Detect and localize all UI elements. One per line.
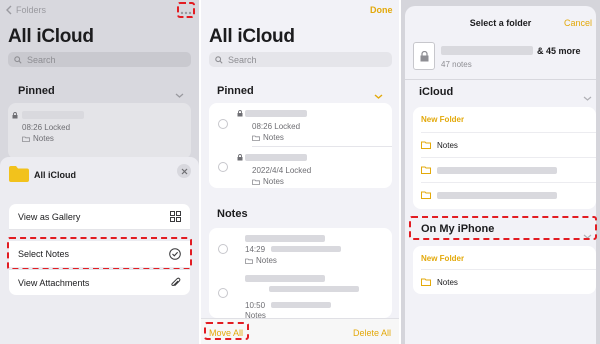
note-row[interactable]: 08:26 Locked Notes <box>209 103 392 145</box>
search-input[interactable]: Search <box>8 52 191 67</box>
folder-icon <box>421 141 431 149</box>
pinned-notes-list: 08:26 Locked Notes 2022/4/4 Locked Notes <box>209 103 392 188</box>
select-circle[interactable] <box>218 244 228 254</box>
iphone-folder-list: New Folder Notes <box>413 246 596 294</box>
note-row[interactable]: 2022/4/4 Locked Notes <box>209 147 392 188</box>
folder-icon <box>22 136 30 142</box>
highlight-select-notes <box>7 237 192 270</box>
icloud-heading: iCloud <box>419 86 454 98</box>
note-title-blurred <box>245 275 325 282</box>
icloud-folder-list: New Folder Notes <box>413 107 596 209</box>
select-circle[interactable] <box>218 162 228 172</box>
selection-count: 47 notes <box>441 60 472 69</box>
note-row[interactable]: 14:29 Notes <box>209 228 392 270</box>
search-input[interactable]: Search <box>209 52 392 67</box>
note-preview-blurred <box>269 286 359 292</box>
close-sheet-button[interactable] <box>177 164 191 178</box>
view-attachments-item[interactable]: View Attachments <box>9 269 190 295</box>
page-title: All iCloud <box>8 26 94 47</box>
note-meta: 10:50 <box>245 301 266 310</box>
folder-row-notes[interactable]: Notes <box>413 270 596 294</box>
selection-more: & 45 more <box>537 46 581 56</box>
select-folder-panel: Select a folder Cancel & 45 more 47 note… <box>401 0 600 344</box>
highlight-more-options <box>177 2 195 18</box>
paperclip-icon <box>171 277 181 286</box>
icloud-collapse-button[interactable] <box>583 89 592 107</box>
search-placeholder: Search <box>27 54 56 65</box>
note-meta: 14:29 <box>245 245 266 254</box>
select-notes-panel: Done All iCloud Search Pinned 08:26 Lock… <box>201 0 399 344</box>
note-title-blurred <box>245 235 325 242</box>
highlight-on-my-iphone <box>409 216 597 240</box>
search-icon <box>215 55 223 64</box>
folder-row[interactable] <box>413 183 596 207</box>
view-as-gallery-item[interactable]: View as Gallery <box>9 204 190 230</box>
note-meta: 08:26 Locked <box>252 122 301 131</box>
note-title-blurred <box>22 111 84 119</box>
select-circle[interactable] <box>218 119 228 129</box>
page-title: All iCloud <box>209 26 295 47</box>
note-folder: Notes <box>245 256 277 265</box>
header-divider <box>405 79 596 80</box>
folder-icon <box>9 166 29 182</box>
search-placeholder: Search <box>228 54 257 65</box>
note-row[interactable] <box>209 270 392 298</box>
back-to-folders-button[interactable]: Folders <box>6 5 46 15</box>
chevron-down-icon <box>374 94 383 99</box>
notes-list: 14:29 Notes 10:50 Notes <box>209 228 392 320</box>
chevron-left-icon <box>6 5 12 15</box>
pinned-heading: Pinned <box>217 85 254 97</box>
folder-icon <box>245 258 253 264</box>
pinned-collapse-button[interactable] <box>175 86 184 104</box>
note-preview-blurred <box>271 302 331 308</box>
note-row[interactable]: 10:50 Notes <box>209 298 392 320</box>
pinned-note-card[interactable]: 08:26 Locked Notes <box>8 103 191 159</box>
cancel-button[interactable]: Cancel <box>564 18 592 28</box>
note-preview-blurred <box>271 246 341 252</box>
lock-icon <box>420 50 428 61</box>
note-meta: 2022/4/4 Locked <box>252 166 312 175</box>
note-meta: 08:26 Locked <box>22 123 71 132</box>
chevron-down-icon <box>175 93 184 98</box>
folder-name-blurred <box>437 166 557 174</box>
lock-icon <box>237 154 243 161</box>
new-folder-button[interactable]: New Folder <box>421 115 464 124</box>
folder-icon <box>252 135 260 141</box>
folder-row-notes[interactable]: Notes <box>413 133 596 157</box>
note-folder: Notes <box>252 177 284 186</box>
note-title-blurred <box>245 110 307 117</box>
note-folder: Notes <box>22 134 54 143</box>
chevron-down-icon <box>583 96 592 101</box>
done-button[interactable]: Done <box>370 5 393 15</box>
back-label: Folders <box>16 5 47 15</box>
new-folder-button[interactable]: New Folder <box>421 254 464 263</box>
folder-icon <box>421 278 431 286</box>
folder-row[interactable] <box>413 158 596 182</box>
folder-icon <box>421 166 431 174</box>
lock-icon <box>237 110 243 117</box>
highlight-move-all <box>204 322 249 340</box>
folder-icon <box>252 179 260 185</box>
notes-heading: Notes <box>217 208 248 220</box>
pinned-heading: Pinned <box>18 85 55 97</box>
search-icon <box>14 55 22 64</box>
delete-all-button[interactable]: Delete All <box>353 328 391 338</box>
folder-name-blurred <box>437 191 557 199</box>
options-sheet: All iCloud View as Gallery Select Notes … <box>0 157 199 344</box>
note-title-blurred <box>245 154 307 161</box>
folders-panel: Folders All iCloud Search Pinned 08:26 L… <box>0 0 199 344</box>
note-folder: Notes <box>252 133 284 142</box>
select-circle[interactable] <box>218 288 228 298</box>
lock-icon <box>12 112 18 119</box>
grid-icon <box>170 211 181 222</box>
note-thumbnail <box>413 42 435 70</box>
close-icon <box>181 168 187 174</box>
selection-title-blurred <box>441 46 533 55</box>
sheet-folder-name: All iCloud <box>34 170 76 180</box>
folder-icon <box>421 191 431 199</box>
folder-picker-sheet: Select a folder Cancel & 45 more 47 note… <box>405 6 596 344</box>
